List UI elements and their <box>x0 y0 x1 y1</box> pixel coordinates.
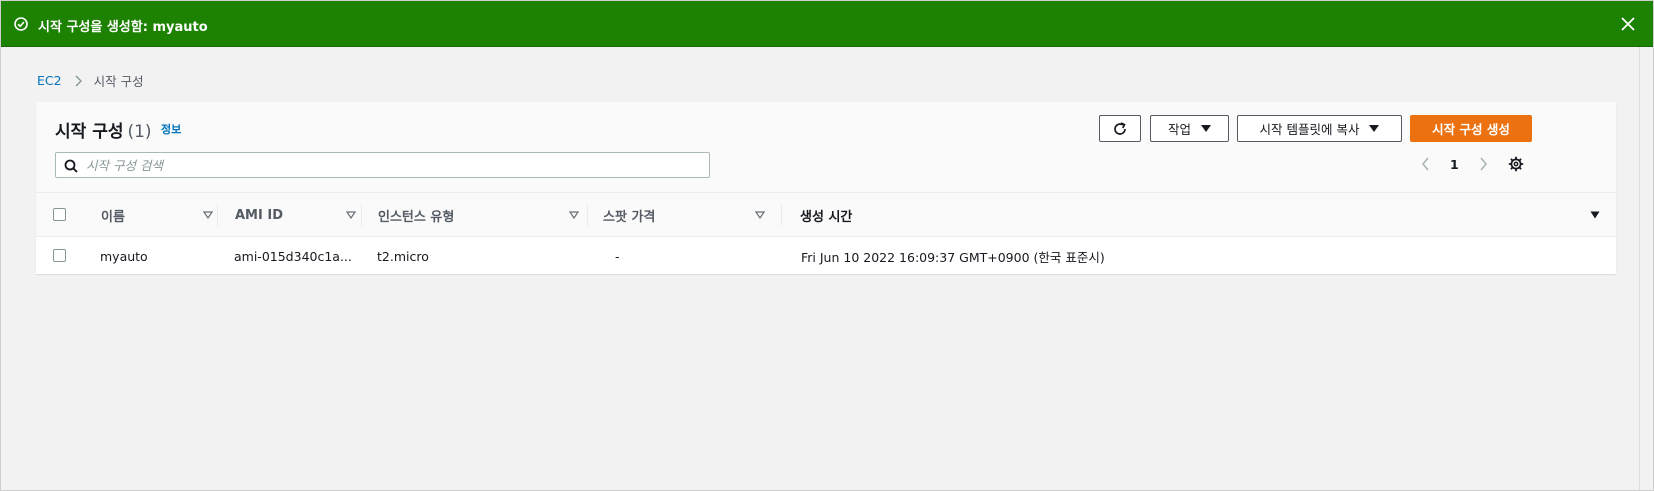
column-header-instance-type[interactable]: 인스턴스 유형 <box>378 193 454 237</box>
caret-down-icon <box>1201 125 1211 132</box>
sort-triangle-icon[interactable] <box>755 211 765 219</box>
page-scrollbar[interactable] <box>1639 47 1653 490</box>
create-label: 시작 구성 생성 <box>1432 122 1510 137</box>
table-header: 이름 AMI ID 인스턴스 유형 스팟 가격 생성 시간 <box>36 193 1616 237</box>
create-launch-configuration-button[interactable]: 시작 구성 생성 <box>1410 115 1532 142</box>
check-circle-icon <box>14 17 28 31</box>
chevron-right-icon <box>75 75 82 86</box>
page-title: 시작 구성 (1) <box>55 117 152 142</box>
column-divider[interactable] <box>781 204 782 226</box>
select-all-checkbox[interactable] <box>53 208 66 221</box>
refresh-button[interactable] <box>1099 115 1141 142</box>
title-count: (1) <box>127 122 152 142</box>
search-input[interactable] <box>86 155 696 175</box>
cell-name: myauto <box>100 248 148 264</box>
copy-to-template-button[interactable]: 시작 템플릿에 복사 <box>1237 115 1402 142</box>
actions-button[interactable]: 작업 <box>1150 115 1229 142</box>
column-header-name[interactable]: 이름 <box>101 193 125 237</box>
close-icon[interactable] <box>1620 16 1636 32</box>
page-number[interactable]: 1 <box>1450 157 1459 172</box>
copy-template-label: 시작 템플릿에 복사 <box>1259 122 1360 137</box>
search-icon <box>64 159 78 173</box>
column-divider[interactable] <box>587 204 588 226</box>
title-text: 시작 구성 <box>55 122 124 142</box>
table-row[interactable]: myauto ami-015d340c1a... t2.micro - Fri … <box>36 238 1616 274</box>
pagination: 1 <box>1420 154 1489 174</box>
sort-triangle-icon[interactable] <box>569 211 579 219</box>
cell-instance-type: t2.micro <box>377 248 429 264</box>
refresh-icon <box>1114 121 1126 135</box>
panel-header: 시작 구성 (1) 정보 작업 시작 템플릿에 복사 시작 구성 생성 시작 구… <box>36 102 1616 193</box>
sort-descending-icon[interactable] <box>1590 211 1600 219</box>
column-header-ami-id[interactable]: AMI ID <box>235 193 283 237</box>
column-label: 생성 시간 <box>800 209 853 225</box>
column-divider[interactable] <box>217 204 218 226</box>
actions-label: 작업 <box>1167 122 1191 137</box>
column-label: AMI ID <box>235 207 283 223</box>
chevron-right-icon[interactable] <box>1477 156 1489 172</box>
chevron-left-icon[interactable] <box>1420 156 1432 172</box>
row-checkbox[interactable] <box>53 249 66 262</box>
launch-configurations-panel: 시작 구성 (1) 정보 작업 시작 템플릿에 복사 시작 구성 생성 시작 구… <box>36 102 1616 274</box>
cell-ami-id: ami-015d340c1a... <box>234 248 352 264</box>
column-label: 이름 <box>101 209 125 225</box>
sort-triangle-icon[interactable] <box>346 211 356 219</box>
cell-created-time: Fri Jun 10 2022 16:09:37 GMT+0900 (한국 표준… <box>801 249 1105 265</box>
column-label: 인스턴스 유형 <box>378 209 455 225</box>
search-field[interactable] <box>55 152 710 178</box>
caret-down-icon <box>1369 125 1380 132</box>
column-header-created-time[interactable]: 생성 시간 <box>800 193 852 237</box>
column-label: 스팟 가격 <box>603 209 656 225</box>
column-header-spot-price[interactable]: 스팟 가격 <box>603 193 655 237</box>
column-divider[interactable] <box>361 204 362 226</box>
breadcrumb-ec2-link[interactable]: EC2 <box>37 73 62 88</box>
cell-spot-price: - <box>615 248 620 264</box>
sort-triangle-icon[interactable] <box>203 211 213 219</box>
info-link[interactable]: 정보 <box>161 121 181 137</box>
breadcrumb-current: 시작 구성 <box>93 74 144 89</box>
breadcrumb: EC2 시작 구성 <box>37 71 144 90</box>
flash-message: 시작 구성을 생성함: myauto <box>38 20 208 35</box>
settings-gear-icon[interactable] <box>1508 156 1524 172</box>
success-flashbar: 시작 구성을 생성함: myauto <box>1 1 1653 47</box>
